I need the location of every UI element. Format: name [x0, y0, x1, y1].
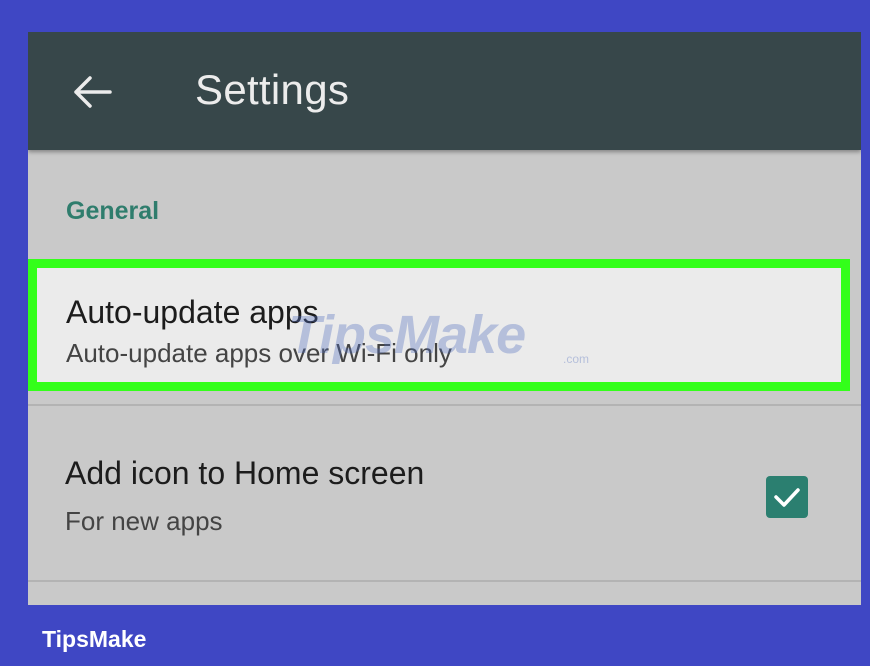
app-bar: Settings [28, 32, 861, 150]
setting-title: Add icon to Home screen [65, 455, 425, 491]
add-icon-checkbox[interactable] [766, 476, 808, 518]
divider [28, 404, 861, 406]
setting-subtitle: For new apps [65, 506, 223, 536]
back-button[interactable] [68, 68, 116, 116]
setting-add-icon-home-screen[interactable]: Add icon to Home screen For new apps [28, 409, 861, 584]
divider [28, 580, 861, 582]
page-title: Settings [195, 66, 350, 113]
setting-auto-update-apps[interactable]: Auto-update apps Auto-update apps over W… [28, 259, 850, 391]
setting-subtitle: Auto-update apps over Wi-Fi only [66, 338, 452, 368]
brand-footer-logo: TipsMake [42, 626, 147, 652]
section-header-general: General [66, 197, 160, 225]
checkmark-icon [774, 488, 800, 507]
phone-screen: Settings General Auto-update apps Auto-u… [28, 32, 861, 605]
setting-title: Auto-update apps [66, 294, 319, 330]
arrow-left-icon [74, 76, 112, 108]
